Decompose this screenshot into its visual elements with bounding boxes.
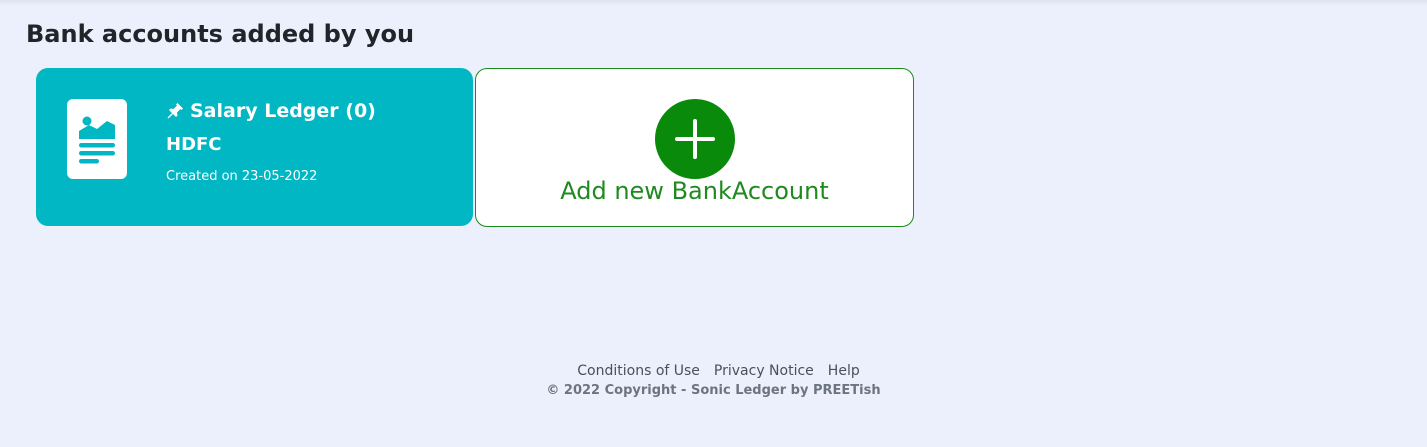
footer-link-privacy[interactable]: Privacy Notice (714, 361, 814, 381)
cards-row: Salary Ledger (0) HDFC Created on 23-05-… (36, 68, 914, 227)
copyright-text: © 2022 Copyright - Sonic Ledger by PREET… (546, 383, 881, 398)
add-bank-account-label: Add new BankAccount (560, 177, 829, 205)
footer-link-conditions[interactable]: Conditions of Use (577, 361, 700, 381)
account-name: Salary Ledger (0) (190, 100, 376, 122)
plus-icon (655, 99, 735, 179)
document-icon (67, 99, 127, 179)
add-bank-account-button[interactable]: Add new BankAccount (475, 68, 914, 227)
bank-account-card[interactable]: Salary Ledger (0) HDFC Created on 23-05-… (36, 68, 473, 226)
footer-links: Conditions of Use Privacy Notice Help (0, 361, 1427, 381)
account-details: Salary Ledger (0) HDFC Created on 23-05-… (166, 98, 376, 184)
pin-icon (166, 102, 184, 120)
page-title: Bank accounts added by you (26, 20, 415, 48)
account-title-row: Salary Ledger (0) (166, 98, 376, 124)
account-created-date: Created on 23-05-2022 (166, 169, 318, 184)
account-bank: HDFC (166, 134, 222, 155)
footer: Conditions of Use Privacy Notice Help © … (0, 361, 1427, 400)
footer-link-help[interactable]: Help (828, 361, 860, 381)
top-shadow (0, 0, 1427, 6)
